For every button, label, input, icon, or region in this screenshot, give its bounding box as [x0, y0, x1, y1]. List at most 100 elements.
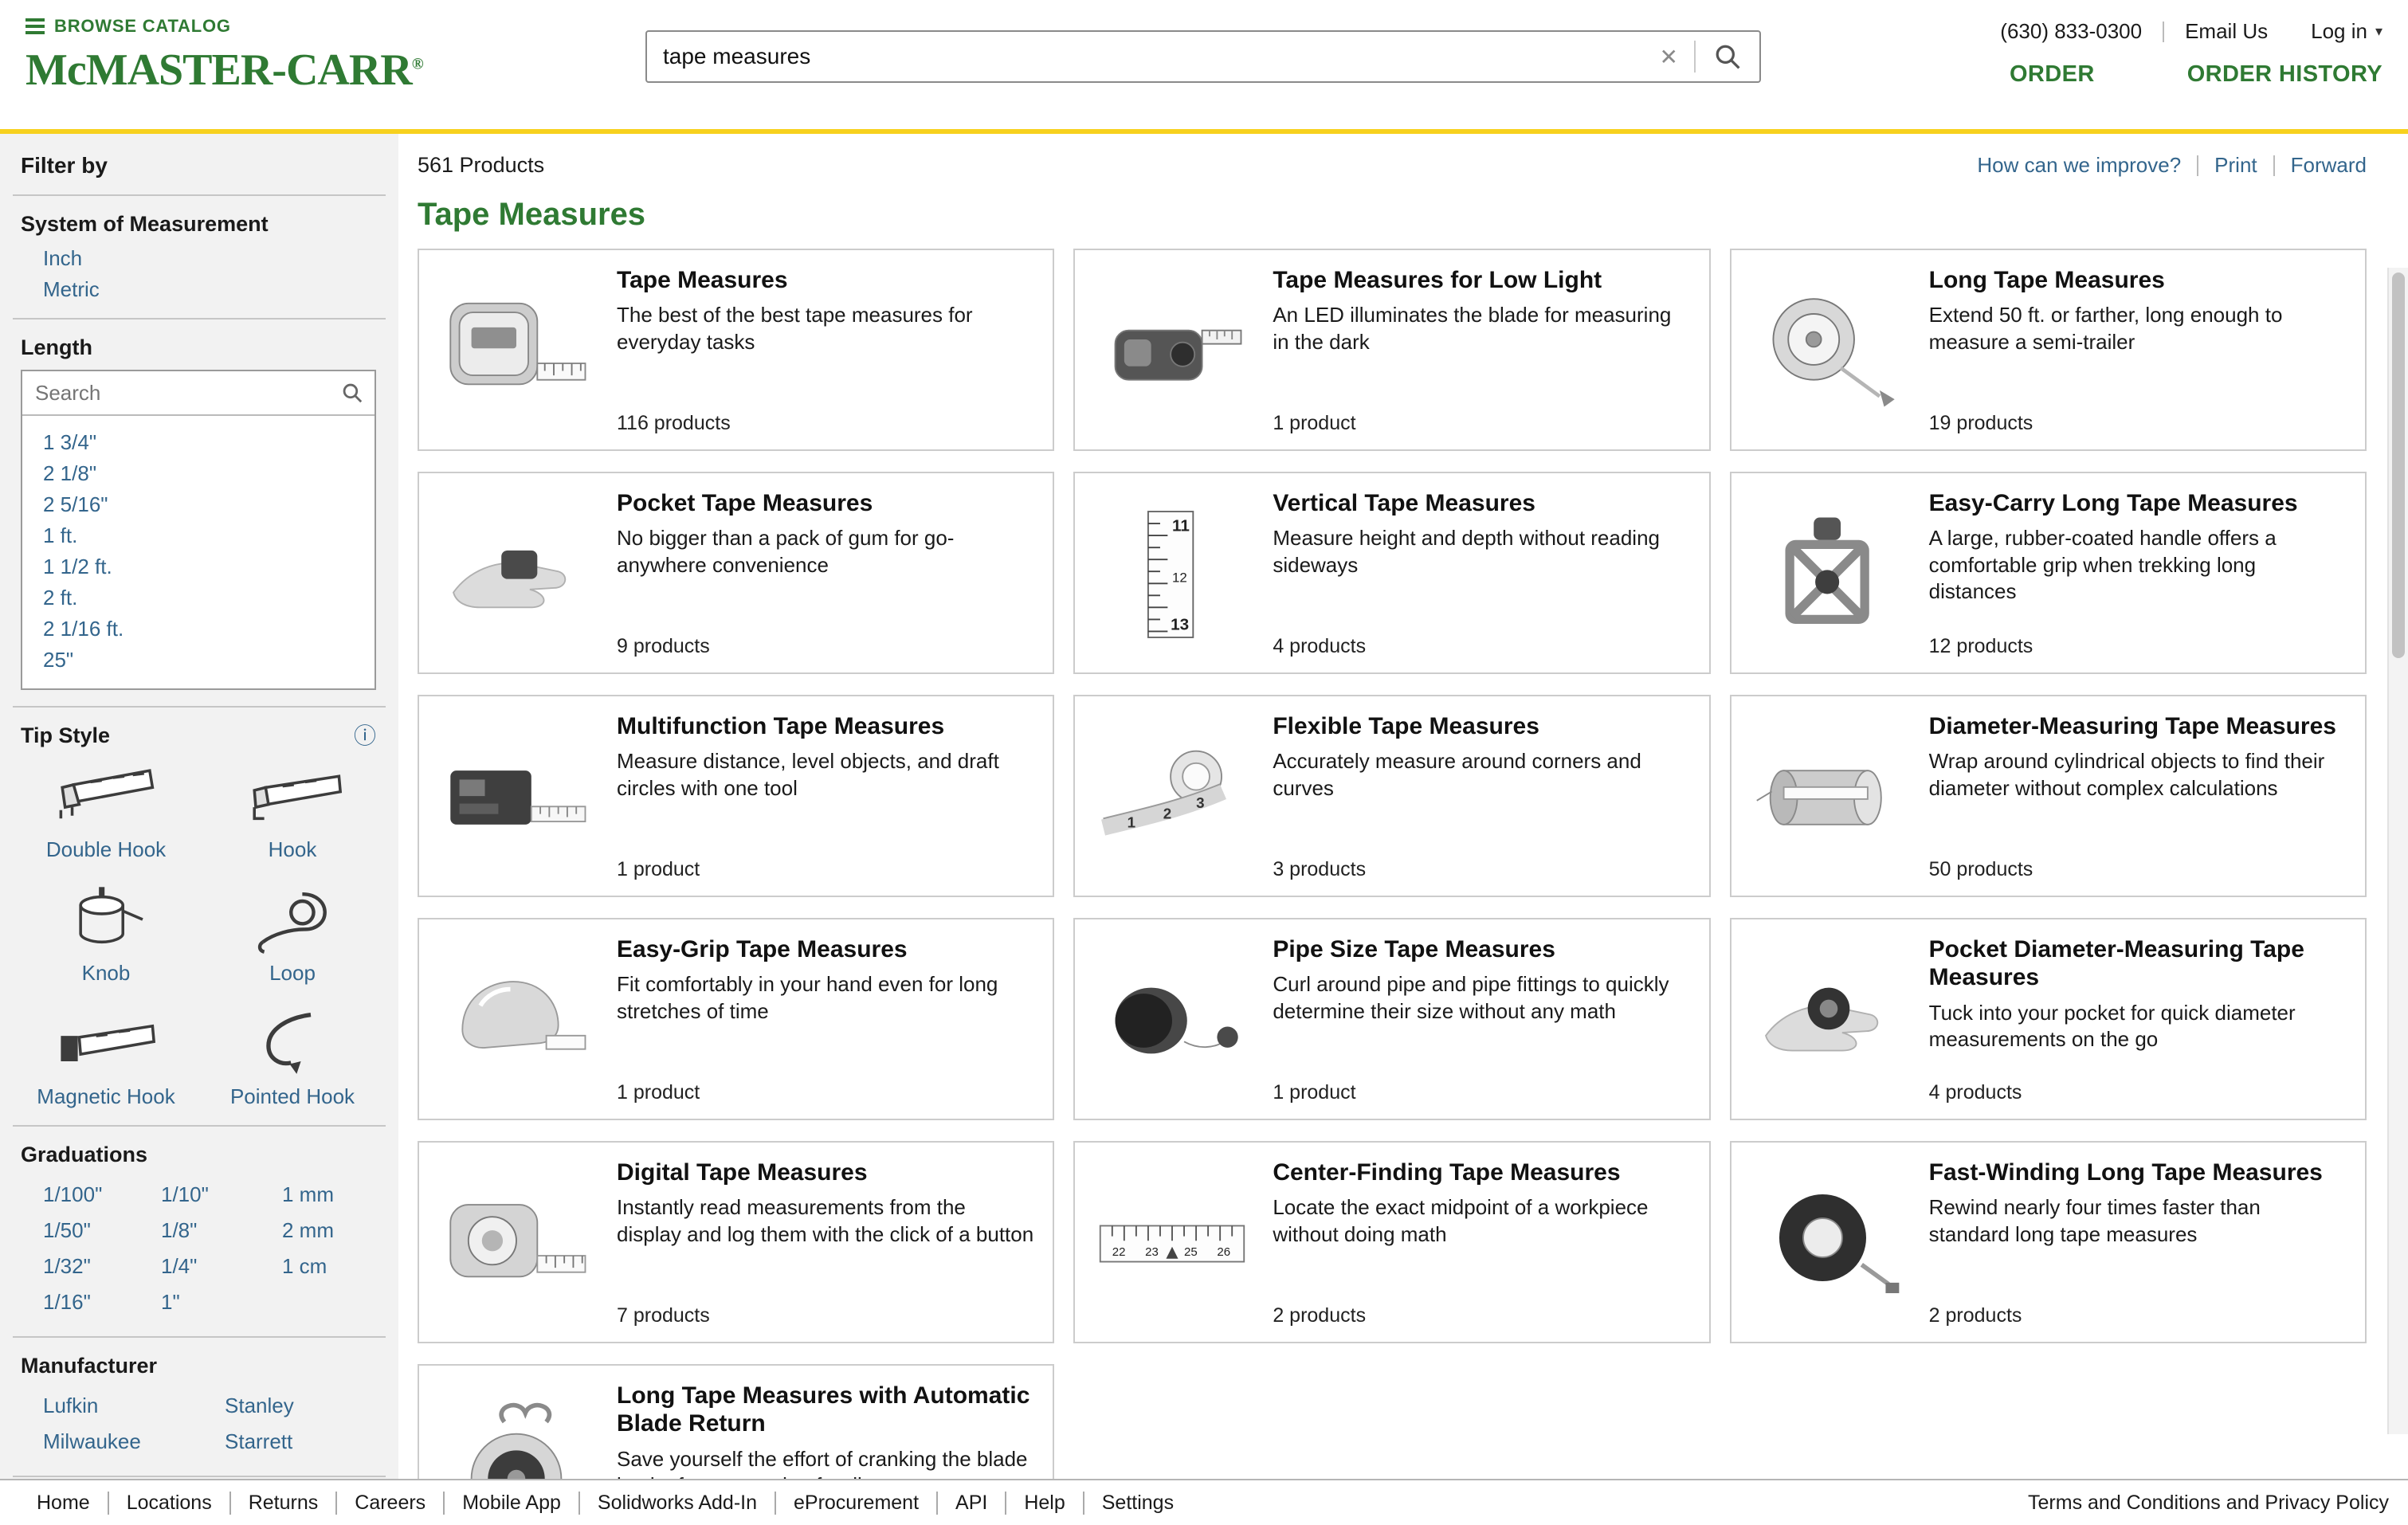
footer-link[interactable]: Home — [19, 1492, 108, 1515]
category-title[interactable]: Diameter-Measuring Tape Measures — [1929, 712, 2346, 740]
category-card[interactable]: 123 Flexible Tape Measures Accurately me… — [1073, 695, 1710, 897]
category-card[interactable]: Pocket Diameter-Measuring Tape Measures … — [1730, 918, 2367, 1120]
length-search-input[interactable] — [22, 381, 330, 406]
log-in-button[interactable]: Log in ▾ — [2311, 19, 2383, 44]
logo[interactable]: McMASTER-CARR® — [25, 45, 645, 96]
category-title[interactable]: Vertical Tape Measures — [1273, 489, 1689, 517]
search-input[interactable] — [647, 44, 1644, 69]
category-card[interactable]: 111213 Vertical Tape Measures Measure he… — [1073, 472, 1710, 674]
tip-style-option[interactable]: Hook — [199, 758, 386, 862]
scrollbar-thumb[interactable] — [2392, 272, 2405, 658]
improve-link[interactable]: How can we improve? — [1977, 153, 2181, 178]
category-title[interactable]: Pocket Diameter-Measuring Tape Measures — [1929, 935, 2346, 992]
category-card[interactable]: Digital Tape Measures Instantly read mea… — [418, 1141, 1054, 1343]
footer-link[interactable]: Careers — [335, 1492, 443, 1515]
footer-link[interactable]: eProcurement — [775, 1492, 936, 1515]
tip-style-label[interactable]: Magnetic Hook — [37, 1084, 175, 1109]
vertical-scrollbar[interactable] — [2387, 268, 2408, 1434]
filter-option[interactable]: 25" — [43, 648, 375, 672]
category-card[interactable]: Tape Measures The best of the best tape … — [418, 249, 1054, 451]
footer-link[interactable]: Mobile App — [443, 1492, 578, 1515]
search-icon[interactable] — [330, 382, 375, 404]
filter-option[interactable]: 1/100" — [43, 1182, 161, 1207]
category-card[interactable]: Easy-Carry Long Tape Measures A large, r… — [1730, 472, 2367, 674]
category-title[interactable]: Easy-Carry Long Tape Measures — [1929, 489, 2346, 517]
filter-option[interactable]: 1/16" — [43, 1290, 161, 1315]
info-icon[interactable]: ⓘ — [354, 725, 376, 747]
category-title[interactable]: Fast-Winding Long Tape Measures — [1929, 1158, 2346, 1186]
filter-option[interactable]: 1 mm — [282, 1182, 386, 1207]
filter-option[interactable]: Milwaukee — [43, 1429, 225, 1454]
filter-option[interactable]: 1/32" — [43, 1254, 161, 1279]
filter-option[interactable]: 1 cm — [282, 1254, 386, 1279]
filter-option[interactable]: Lufkin — [43, 1394, 225, 1418]
category-title[interactable]: Pipe Size Tape Measures — [1273, 935, 1689, 963]
category-title[interactable]: Center-Finding Tape Measures — [1273, 1158, 1689, 1186]
filter-option[interactable]: Inch — [43, 246, 398, 271]
category-card[interactable]: Fast-Winding Long Tape Measures Rewind n… — [1730, 1141, 2367, 1343]
order-history-link[interactable]: ORDER HISTORY — [2187, 61, 2383, 88]
filter-option[interactable]: 2 1/8" — [43, 461, 375, 486]
filter-option[interactable]: 1/10" — [161, 1182, 282, 1207]
tip-style-label[interactable]: Hook — [269, 837, 317, 862]
tip-style-option[interactable]: Loop — [199, 881, 386, 986]
filter-option[interactable]: Metric — [43, 277, 398, 302]
category-title[interactable]: Multifunction Tape Measures — [617, 712, 1033, 740]
filter-option[interactable]: Stanley — [225, 1394, 386, 1418]
filter-option[interactable]: 1" — [161, 1290, 282, 1315]
tip-style-option[interactable]: Pointed Hook — [199, 1005, 386, 1109]
category-card[interactable]: Pipe Size Tape Measures Curl around pipe… — [1073, 918, 1710, 1120]
category-card[interactable]: Easy-Grip Tape Measures Fit comfortably … — [418, 918, 1054, 1120]
tip-style-option[interactable]: Double Hook — [13, 758, 199, 862]
footer-link[interactable]: Locations — [108, 1492, 229, 1515]
clear-search-icon[interactable]: ✕ — [1644, 44, 1694, 70]
search-icon[interactable] — [1696, 32, 1759, 81]
svg-text:25: 25 — [1184, 1245, 1198, 1259]
footer-link[interactable]: API — [936, 1492, 1005, 1515]
category-title[interactable]: Flexible Tape Measures — [1273, 712, 1689, 740]
filter-option[interactable]: Starrett — [225, 1429, 386, 1454]
category-title[interactable]: Tape Measures — [617, 266, 1033, 294]
category-card[interactable]: Pocket Tape Measures No bigger than a pa… — [418, 472, 1054, 674]
terms-privacy-link[interactable]: Terms and Conditions and Privacy Policy — [2028, 1492, 2389, 1515]
tip-style-label[interactable]: Knob — [82, 961, 131, 986]
category-card[interactable]: 22232526 Center-Finding Tape Measures Lo… — [1073, 1141, 1710, 1343]
category-title[interactable]: Easy-Grip Tape Measures — [617, 935, 1033, 963]
footer-link[interactable]: Solidworks Add-In — [578, 1492, 775, 1515]
footer-link[interactable]: Returns — [229, 1492, 336, 1515]
category-card[interactable]: Long Tape Measures Extend 50 ft. or fart… — [1730, 249, 2367, 451]
footer-link[interactable]: Settings — [1083, 1492, 1191, 1515]
category-card[interactable]: Tape Measures for Low Light An LED illum… — [1073, 249, 1710, 451]
forward-link[interactable]: Forward — [2291, 153, 2367, 178]
category-card[interactable]: Diameter-Measuring Tape Measures Wrap ar… — [1730, 695, 2367, 897]
category-title[interactable]: Tape Measures for Low Light — [1273, 266, 1689, 294]
filter-option[interactable]: 1 ft. — [43, 523, 375, 548]
phone-number[interactable]: (630) 833-0300 — [2000, 19, 2142, 44]
filter-option[interactable]: 1 3/4" — [43, 430, 375, 455]
filter-option[interactable]: 2 1/16 ft. — [43, 617, 375, 641]
category-title[interactable]: Long Tape Measures — [1929, 266, 2346, 294]
category-card[interactable]: Long Tape Measures with Automatic Blade … — [418, 1364, 1054, 1479]
footer-link[interactable]: Help — [1005, 1492, 1082, 1515]
tip-style-option[interactable]: Magnetic Hook — [13, 1005, 199, 1109]
filter-option[interactable]: 2 mm — [282, 1218, 386, 1243]
category-title[interactable]: Pocket Tape Measures — [617, 489, 1033, 517]
filter-option[interactable]: 1/8" — [161, 1218, 282, 1243]
tip-style-option[interactable]: Knob — [13, 881, 199, 986]
filter-option[interactable]: 1 1/2 ft. — [43, 555, 375, 579]
filter-option[interactable]: 1/4" — [161, 1254, 282, 1279]
product-image: 111213 — [1088, 489, 1257, 660]
tip-style-label[interactable]: Double Hook — [46, 837, 166, 862]
tip-style-label[interactable]: Pointed Hook — [230, 1084, 355, 1109]
category-title[interactable]: Digital Tape Measures — [617, 1158, 1033, 1186]
print-link[interactable]: Print — [2214, 153, 2257, 178]
browse-catalog-button[interactable]: BROWSE CATALOG — [25, 16, 645, 37]
category-card[interactable]: Multifunction Tape Measures Measure dist… — [418, 695, 1054, 897]
filter-option[interactable]: 2 ft. — [43, 586, 375, 610]
tip-style-label[interactable]: Loop — [269, 961, 316, 986]
filter-option[interactable]: 2 5/16" — [43, 492, 375, 517]
category-title[interactable]: Long Tape Measures with Automatic Blade … — [617, 1382, 1033, 1438]
order-link[interactable]: ORDER — [2010, 61, 2095, 88]
filter-option[interactable]: 1/50" — [43, 1218, 161, 1243]
email-us-link[interactable]: Email Us — [2185, 19, 2268, 44]
